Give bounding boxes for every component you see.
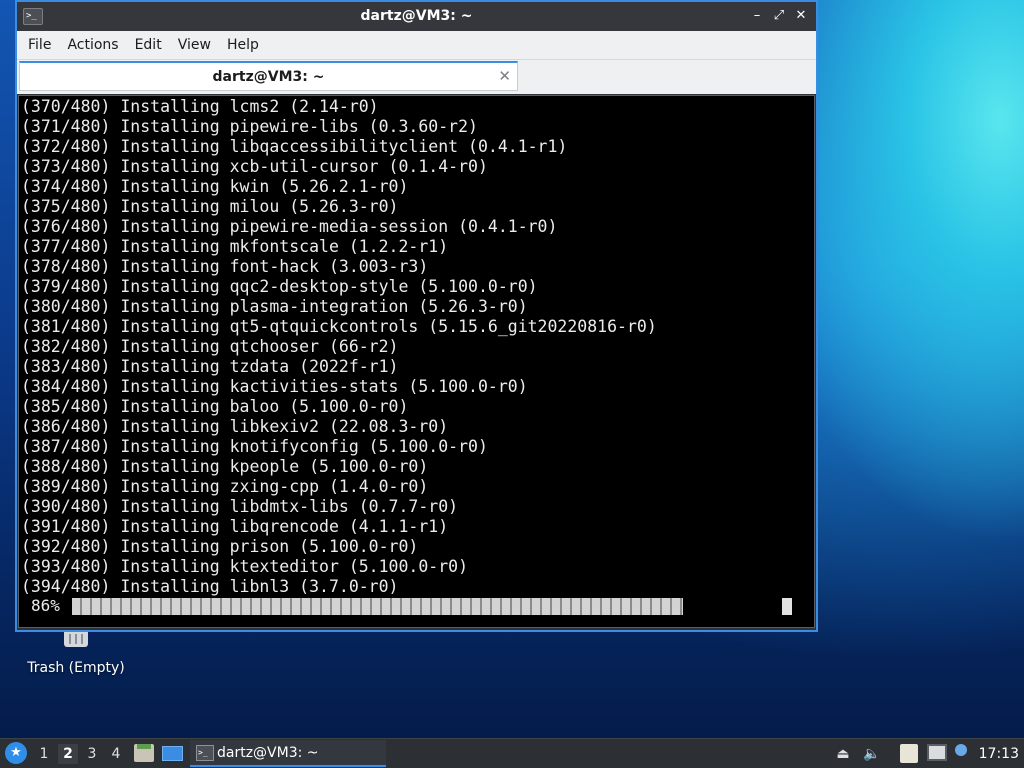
terminal-line: (389/480) Installing zxing-cpp (1.4.0-r0… <box>21 477 429 496</box>
tab-terminal[interactable]: dartz@VM3: ~ ✕ <box>19 61 518 91</box>
clipboard-icon[interactable] <box>900 744 918 763</box>
menu-help[interactable]: Help <box>219 37 267 53</box>
terminal-line: (382/480) Installing qtchooser (66-r2) <box>21 337 399 356</box>
terminal-line: (383/480) Installing tzdata (2022f-r1) <box>21 357 399 376</box>
terminal-line: (376/480) Installing pipewire-media-sess… <box>21 217 558 236</box>
terminal-line: (384/480) Installing kactivities-stats (… <box>21 377 528 396</box>
app-menu-icon[interactable]: ★ <box>5 742 27 764</box>
trash-desktop-icon[interactable]: Trash (Empty) <box>22 626 130 676</box>
menu-edit[interactable]: Edit <box>127 37 170 53</box>
progress-percent: 86% <box>31 596 60 615</box>
terminal-line: (374/480) Installing kwin (5.26.2.1-r0) <box>21 177 409 196</box>
trash-label: Trash (Empty) <box>27 660 125 676</box>
tab-title: dartz@VM3: ~ <box>212 69 325 85</box>
close-icon[interactable]: ✕ <box>792 7 810 25</box>
install-progress: 86% <box>21 596 801 616</box>
terminal-line: (373/480) Installing xcb-util-cursor (0.… <box>21 157 488 176</box>
terminal-line: (386/480) Installing libkexiv2 (22.08.3-… <box>21 417 449 436</box>
clock: 17:13 <box>978 746 1019 762</box>
terminal-cursor <box>782 598 792 615</box>
show-desktop-icon[interactable] <box>162 746 183 761</box>
progress-track <box>72 598 782 615</box>
tab-bar: dartz@VM3: ~ ✕ <box>17 60 816 94</box>
workspace-2[interactable]: 2 <box>58 744 78 764</box>
taskbar-item-label: dartz@VM3: ~ <box>217 745 319 761</box>
terminal-line: (391/480) Installing libqrencode (4.1.1-… <box>21 517 449 536</box>
maximize-icon[interactable]: ⤢ <box>770 7 788 25</box>
terminal-line: (394/480) Installing libnl3 (3.7.0-r0) <box>21 577 399 596</box>
terminal-line: (385/480) Installing baloo (5.100.0-r0) <box>21 397 409 416</box>
workspace-4[interactable]: 4 <box>106 744 126 764</box>
taskbar-item-terminal[interactable]: >_ dartz@VM3: ~ <box>190 740 386 767</box>
terminal-line: (381/480) Installing qt5-qtquickcontrols… <box>21 317 657 336</box>
minimize-icon[interactable]: – <box>748 7 766 25</box>
terminal-line: (388/480) Installing kpeople (5.100.0-r0… <box>21 457 429 476</box>
workspace-3[interactable]: 3 <box>82 744 102 764</box>
menu-view[interactable]: View <box>170 37 219 53</box>
progress-fill <box>72 598 683 615</box>
terminal-line: (370/480) Installing lcms2 (2.14-r0) <box>21 97 379 116</box>
file-manager-icon[interactable] <box>134 744 154 762</box>
terminal-line: (387/480) Installing knotifyconfig (5.10… <box>21 437 488 456</box>
terminal-icon: >_ <box>196 745 214 761</box>
tab-close-icon[interactable]: ✕ <box>498 67 511 85</box>
terminal-line: (377/480) Installing mkfontscale (1.2.2-… <box>21 237 449 256</box>
network-icon[interactable] <box>927 744 947 761</box>
workspace-1[interactable]: 1 <box>34 744 54 764</box>
window-title: dartz@VM3: ~ <box>360 8 473 24</box>
terminal-window: >_ dartz@VM3: ~ – ⤢ ✕ File Actions Edit … <box>15 0 818 632</box>
notification-icon[interactable] <box>955 744 967 756</box>
terminal-line: (371/480) Installing pipewire-libs (0.3.… <box>21 117 478 136</box>
terminal-line: (392/480) Installing prison (5.100.0-r0) <box>21 537 419 556</box>
terminal-line: (390/480) Installing libdmtx-libs (0.7.7… <box>21 497 459 516</box>
menu-actions[interactable]: Actions <box>59 37 126 53</box>
terminal-line: (375/480) Installing milou (5.26.3-r0) <box>21 197 399 216</box>
terminal-line: (379/480) Installing qqc2-desktop-style … <box>21 277 538 296</box>
terminal-lines: (370/480) Installing lcms2 (2.14-r0) (371… <box>21 97 657 597</box>
terminal-output[interactable]: (370/480) Installing lcms2 (2.14-r0) (371… <box>18 95 815 628</box>
tray-eject-icon[interactable]: ⏏ <box>834 744 852 764</box>
window-titlebar[interactable]: >_ dartz@VM3: ~ – ⤢ ✕ <box>17 2 816 31</box>
terminal-line: (393/480) Installing ktexteditor (5.100.… <box>21 557 469 576</box>
menu-file[interactable]: File <box>20 37 59 53</box>
volume-icon[interactable]: 🔈 <box>862 744 882 764</box>
menu-bar: File Actions Edit View Help <box>17 31 816 60</box>
terminal-line: (372/480) Installing libqaccessibilitycl… <box>21 137 568 156</box>
terminal-line: (378/480) Installing font-hack (3.003-r3… <box>21 257 429 276</box>
terminal-line: (380/480) Installing plasma-integration … <box>21 297 528 316</box>
taskbar: ★ 1 2 3 4 >_ dartz@VM3: ~ ⏏ 🔈 17:13 <box>0 738 1024 768</box>
